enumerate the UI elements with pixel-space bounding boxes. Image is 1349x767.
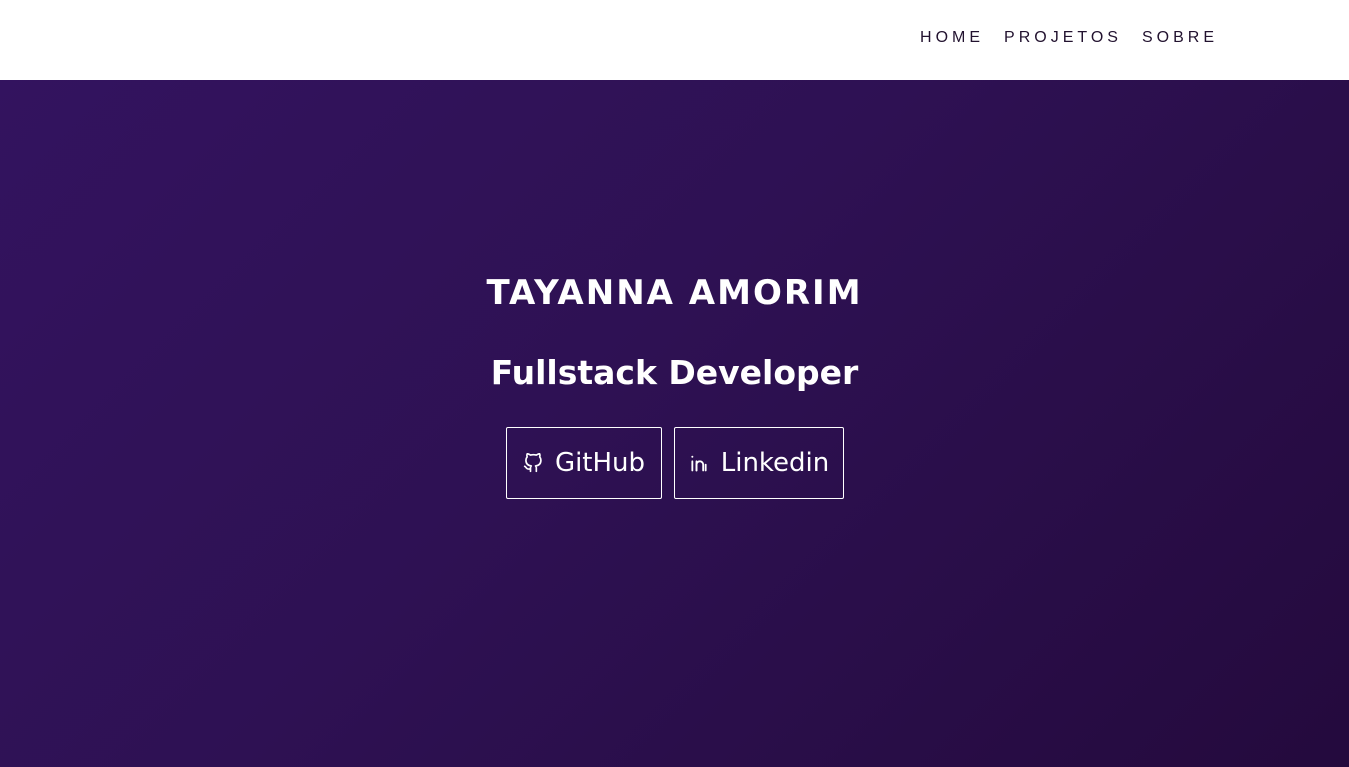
top-navigation-bar: HOME PROJETOS SOBRE	[0, 0, 1349, 80]
hero-role: Fullstack Developer	[490, 353, 859, 392]
linkedin-icon	[689, 453, 709, 473]
nav-item-projetos[interactable]: PROJETOS	[1004, 29, 1122, 47]
social-buttons: GitHub Linkedin	[506, 427, 844, 499]
nav-item-sobre[interactable]: SOBRE	[1142, 29, 1218, 47]
hero-section: TAYANNA AMORIM Fullstack Developer GitHu…	[0, 80, 1349, 767]
main-nav: HOME PROJETOS SOBRE	[920, 29, 1218, 47]
nav-item-home[interactable]: HOME	[920, 29, 984, 47]
linkedin-button[interactable]: Linkedin	[674, 427, 844, 499]
linkedin-button-label: Linkedin	[720, 448, 830, 478]
github-button-label: GitHub	[554, 448, 646, 478]
github-button[interactable]: GitHub	[506, 427, 662, 499]
hero-name: TAYANNA AMORIM	[486, 273, 863, 313]
github-icon	[523, 453, 543, 473]
